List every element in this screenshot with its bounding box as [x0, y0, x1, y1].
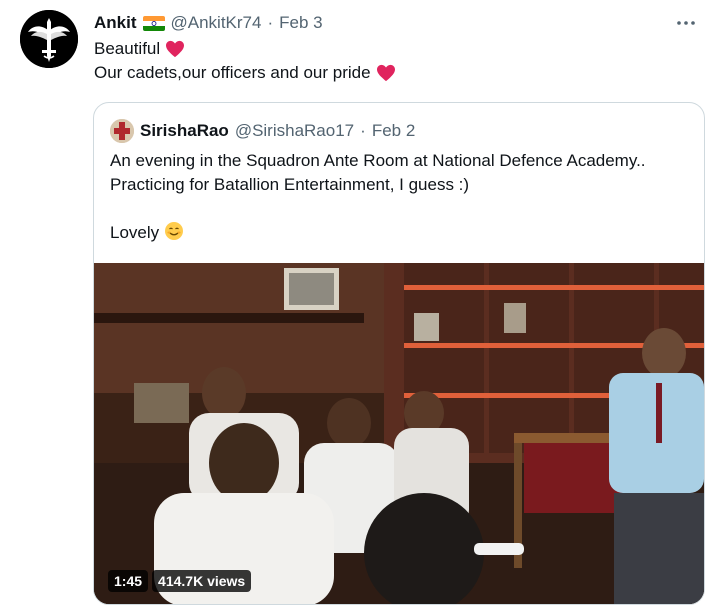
tweet-text-line-1: Beautiful: [94, 37, 185, 61]
quoted-tweet-header: SirishaRao @SirishaRao17 · Feb 2: [110, 119, 415, 143]
tweet-header: Ankit @AnkitKr74 · Feb 3: [94, 11, 323, 35]
quoted-author-avatar[interactable]: [110, 119, 134, 143]
india-flag-icon: [142, 15, 165, 31]
author-avatar[interactable]: [20, 10, 78, 68]
quoted-author-handle[interactable]: @SirishaRao17: [235, 121, 354, 141]
quoted-tweet[interactable]: SirishaRao @SirishaRao17 · Feb 2 An even…: [93, 102, 705, 605]
video-thumbnail: [94, 263, 704, 604]
tweet[interactable]: Ankit @AnkitKr74 · Feb 3 Beautiful Our c…: [0, 0, 720, 613]
quoted-tweet-date[interactable]: Feb 2: [372, 121, 415, 141]
author-handle[interactable]: @AnkitKr74: [171, 13, 262, 33]
quoted-text: Lovely: [110, 223, 160, 242]
tweet-text-line-2: Our cadets,our officers and our pride: [94, 61, 396, 85]
video-player[interactable]: 1:45 414.7K views: [94, 263, 704, 604]
quoted-text-line-3: Lovely: [110, 221, 184, 245]
quoted-text-line-1: An evening in the Squadron Ante Room at …: [110, 151, 646, 170]
more-options-icon[interactable]: [674, 13, 698, 33]
winged-dagger-emblem-icon: [20, 10, 78, 68]
red-heart-icon: [376, 64, 395, 82]
author-name[interactable]: Ankit: [94, 13, 137, 33]
tweet-text: Our cadets,our officers and our pride: [94, 63, 371, 82]
tweet-text: Beautiful: [94, 39, 161, 58]
separator-dot: ·: [360, 121, 366, 140]
smiling-face-icon: [164, 222, 183, 240]
red-heart-icon: [166, 40, 185, 58]
separator-dot: ·: [267, 13, 274, 32]
quoted-text-line-2: Practicing for Batallion Entertainment, …: [110, 175, 470, 194]
video-duration: 1:45: [108, 570, 149, 592]
video-view-count: 414.7K views: [152, 570, 252, 592]
tweet-date[interactable]: Feb 3: [279, 13, 322, 33]
quoted-author-name[interactable]: SirishaRao: [140, 121, 229, 141]
video-overlay-info: 1:45 414.7K views: [108, 570, 252, 592]
